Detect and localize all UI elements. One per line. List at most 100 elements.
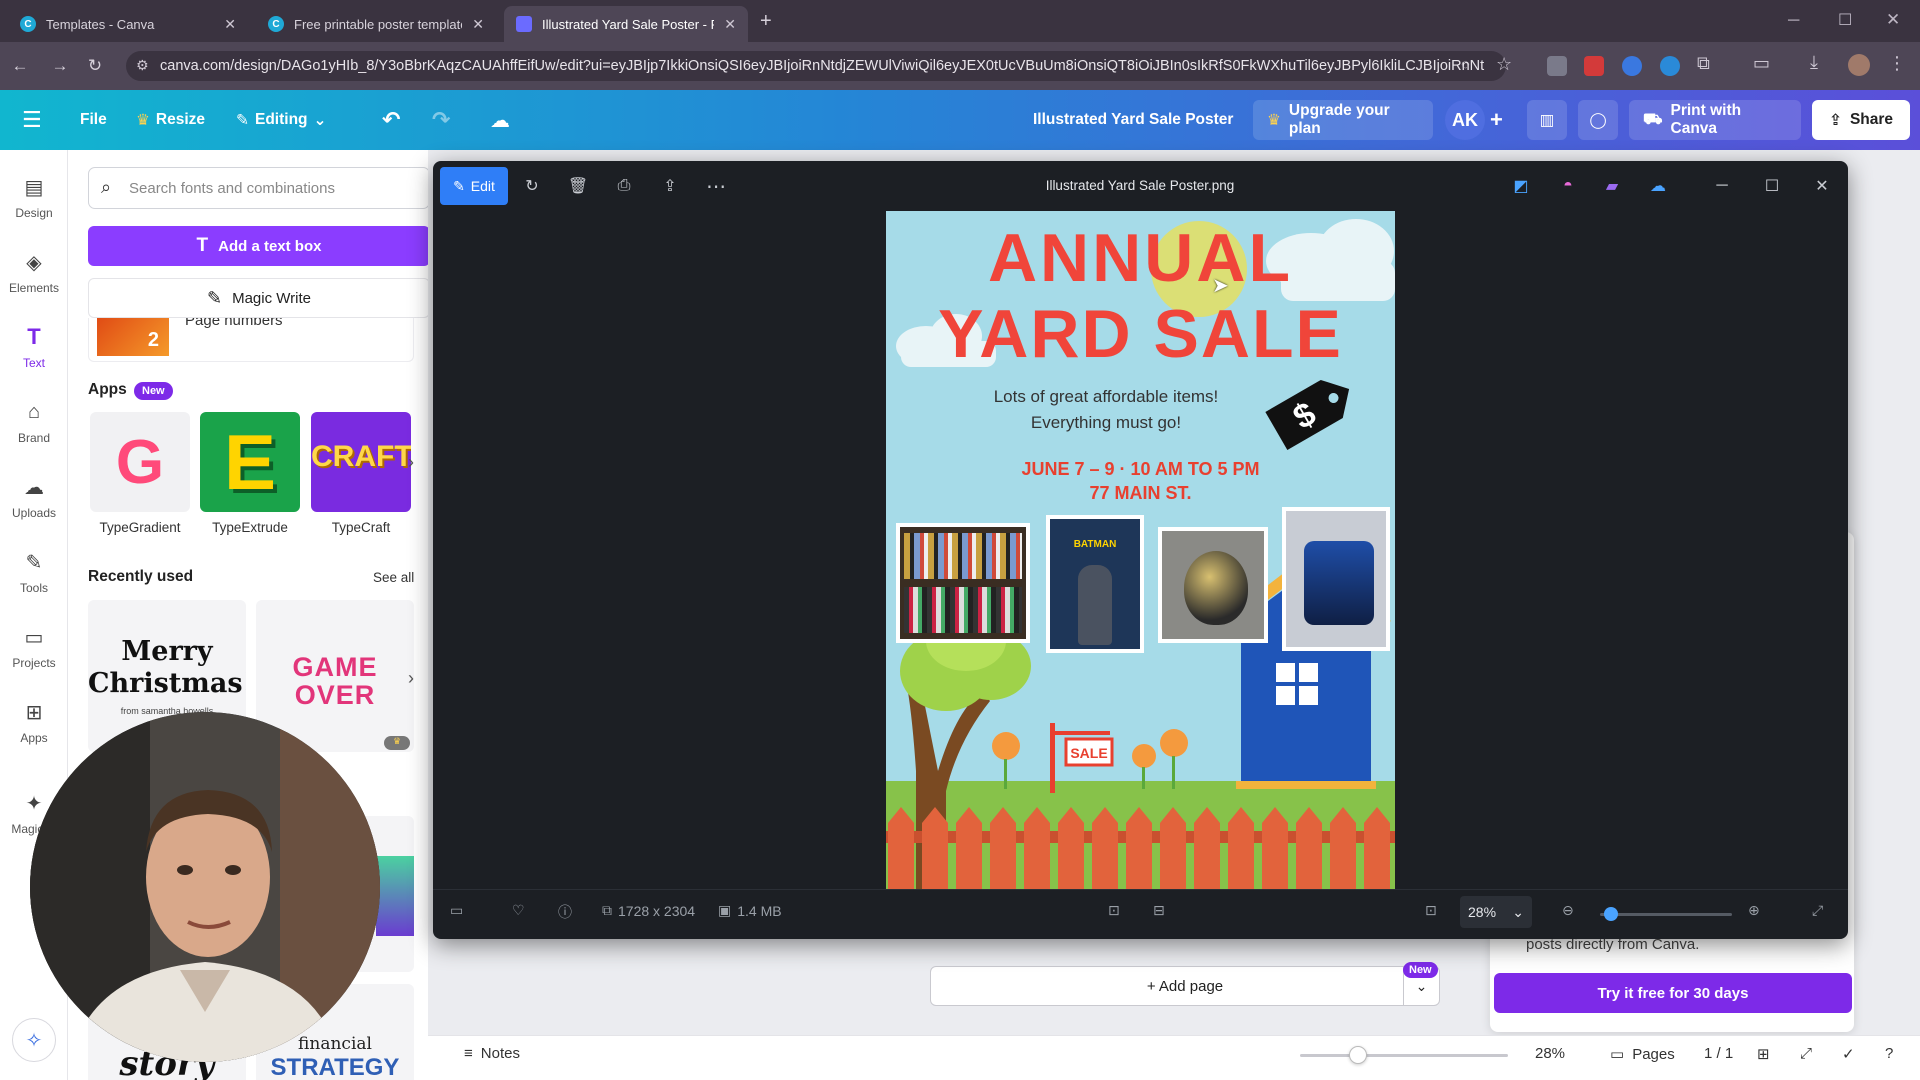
rail-item-tools[interactable]: ✎ Tools (0, 549, 68, 611)
rail-item-apps[interactable]: ⊞ Apps (0, 699, 68, 761)
rail-item-projects[interactable]: ▭ Projects (0, 624, 68, 686)
zoom-in-icon[interactable]: ⊕ (1748, 902, 1760, 919)
forward-arrow-icon[interactable]: → (49, 55, 71, 77)
rail-item-uploads[interactable]: ☁ Uploads (0, 474, 68, 536)
close-tab-icon[interactable]: ✕ (472, 16, 484, 33)
magic-write-button[interactable]: ✎ Magic Write (88, 278, 430, 318)
app-label: TypeExtrude (212, 520, 288, 535)
reload-icon[interactable]: ↻ (84, 55, 106, 77)
pages-button[interactable]: ▭ Pages (1610, 1045, 1675, 1064)
page-numbers-card[interactable]: 2 Page numbers (88, 318, 414, 362)
recent-scroll-right-icon[interactable]: › (408, 668, 414, 689)
close-window-icon[interactable]: ✕ (1886, 10, 1900, 30)
rail-item-brand[interactable]: ⌂ Brand (0, 399, 68, 461)
url-field[interactable]: ⚙ canva.com/design/DAGo1yHIb_8/Y3oBbrKAq… (126, 51, 1506, 81)
filmstrip-icon[interactable]: ▭ (450, 902, 463, 919)
extension-lastpass-icon[interactable] (1584, 56, 1604, 76)
add-text-box-button[interactable]: T Add a text box (88, 226, 430, 266)
print-icon[interactable]: ⎙ (612, 174, 636, 198)
hamburger-menu-icon[interactable]: ☰ (22, 104, 42, 136)
browser-tab-yard-sale[interactable]: Illustrated Yard Sale Poster - Po ✕ (504, 6, 748, 42)
tab-search-icon[interactable]: ▭ (1753, 53, 1770, 74)
bookmark-star-icon[interactable]: ☆ (1496, 54, 1512, 75)
file-info-icon[interactable]: ⓘ (558, 902, 572, 922)
zoom-percentage[interactable]: 28% (1535, 1045, 1565, 1062)
site-info-icon[interactable]: ⚙ (136, 57, 149, 74)
redo-icon[interactable]: ↷ (432, 104, 450, 136)
zoom-out-icon[interactable]: ⊖ (1562, 902, 1574, 919)
zoom-slider-thumb[interactable] (1349, 1046, 1367, 1064)
designer-app-icon[interactable]: ◩ (1509, 174, 1533, 198)
close-tab-icon[interactable]: ✕ (224, 16, 236, 33)
edit-image-button[interactable]: ✎ Edit (440, 167, 508, 205)
invite-plus-button[interactable]: + (1490, 104, 1503, 136)
file-menu-button[interactable]: File (80, 104, 107, 136)
grid-view-icon[interactable]: ⊞ (1757, 1045, 1770, 1063)
notes-button[interactable]: ≡ Notes (464, 1045, 520, 1062)
extension-icon[interactable] (1660, 56, 1680, 76)
zoom-slider-track[interactable] (1300, 1054, 1508, 1057)
fit-screen-icon[interactable]: ⊡ (1425, 902, 1437, 919)
analytics-chart-icon[interactable]: ▥ (1527, 100, 1567, 140)
clipchamp-icon[interactable]: ◓ (1556, 174, 1580, 198)
back-arrow-icon[interactable]: ← (9, 55, 31, 77)
editing-mode-button[interactable]: ✎ Editing ⌄ (236, 104, 327, 136)
rotate-icon[interactable]: ↻ (520, 174, 544, 198)
rail-item-text[interactable]: T Text (0, 324, 68, 386)
text-scan-icon[interactable]: ⊟ (1153, 902, 1165, 919)
app-tile-typegradient[interactable]: G (90, 412, 190, 512)
delete-trash-icon[interactable]: 🗑 (566, 174, 590, 198)
viewer-maximize-icon[interactable]: ☐ (1760, 174, 1784, 198)
check-circle-icon[interactable]: ✓ (1842, 1045, 1855, 1063)
viewer-zoom-thumb[interactable] (1604, 907, 1618, 921)
undo-icon[interactable]: ↶ (382, 104, 400, 136)
onedrive-cloud-off-icon[interactable]: ☁ (1646, 174, 1670, 198)
expand-fullscreen-icon[interactable]: ⤢ (1812, 902, 1823, 919)
app-label: TypeCraft (331, 520, 391, 535)
new-tab-button[interactable]: + (760, 10, 772, 33)
video-editor-icon[interactable]: ▰ (1600, 174, 1624, 198)
mouse-shape (1184, 551, 1248, 625)
app-tile-typeextrude[interactable]: E (200, 412, 300, 512)
profile-avatar[interactable] (1848, 54, 1870, 76)
rail-item-design[interactable]: ▤ Design (0, 174, 68, 236)
browser-tab-poster-templates[interactable]: C Free printable poster template ✕ (256, 6, 496, 42)
upgrade-plan-button[interactable]: ♛ Upgrade your plan (1253, 100, 1433, 140)
add-page-button[interactable]: + Add page ⌄ (930, 966, 1440, 1006)
extension-icon[interactable] (1622, 56, 1642, 76)
viewer-close-icon[interactable]: ✕ (1810, 174, 1834, 198)
upgrade-label: Upgrade your plan (1288, 102, 1390, 137)
extensions-puzzle-icon[interactable]: ⧉ (1697, 53, 1710, 74)
extension-icon[interactable] (1547, 56, 1567, 76)
rail-item-elements[interactable]: ◈ Elements (0, 249, 68, 311)
help-icon[interactable]: ? (1885, 1045, 1893, 1062)
download-icon[interactable]: ⤓ (1810, 52, 1818, 73)
favorite-heart-icon[interactable]: ♡ (512, 902, 525, 919)
browser-tab-templates[interactable]: C Templates - Canva ✕ (8, 6, 248, 42)
eye-slash-icon[interactable]: ◌ (1461, 56, 1470, 73)
share-icon[interactable]: ⇪ (658, 174, 682, 198)
canva-assistant-sparkle-icon[interactable]: ✧ (12, 1018, 56, 1062)
search-fonts-input[interactable]: ⌕ Search fonts and combinations (88, 167, 430, 209)
user-avatar[interactable]: AK (1445, 100, 1485, 140)
resize-button[interactable]: ♛ Resize (136, 104, 205, 136)
visual-search-icon[interactable]: ⊡ (1108, 902, 1120, 919)
maximize-window-icon[interactable]: ☐ (1838, 10, 1852, 30)
apps-scroll-right-icon[interactable]: › (408, 452, 414, 473)
cloud-saved-icon[interactable]: ☁ (490, 104, 510, 136)
viewer-minimize-icon[interactable]: ─ (1710, 174, 1734, 198)
viewer-zoom-slider[interactable] (1600, 913, 1732, 916)
minimize-window-icon[interactable]: ─ (1788, 12, 1799, 30)
fullscreen-icon[interactable]: ⤢ (1800, 1045, 1812, 1062)
share-button[interactable]: ⇪ Share (1812, 100, 1910, 140)
comment-icon[interactable]: ◯ (1578, 100, 1618, 140)
see-all-link[interactable]: See all (373, 570, 414, 585)
print-with-canva-button[interactable]: ⛟ Print with Canva (1629, 100, 1801, 140)
browser-menu-icon[interactable]: ⋮ (1888, 53, 1906, 74)
zoom-dropdown[interactable]: 28% ⌄ (1460, 896, 1532, 928)
app-tile-typecraft[interactable]: CRAFT (311, 412, 411, 512)
design-title[interactable]: Illustrated Yard Sale Poster (1033, 104, 1233, 136)
try-free-button[interactable]: Try it free for 30 days (1494, 973, 1852, 1013)
more-options-icon[interactable]: ⋯ (704, 174, 728, 198)
close-tab-icon[interactable]: ✕ (724, 16, 736, 33)
